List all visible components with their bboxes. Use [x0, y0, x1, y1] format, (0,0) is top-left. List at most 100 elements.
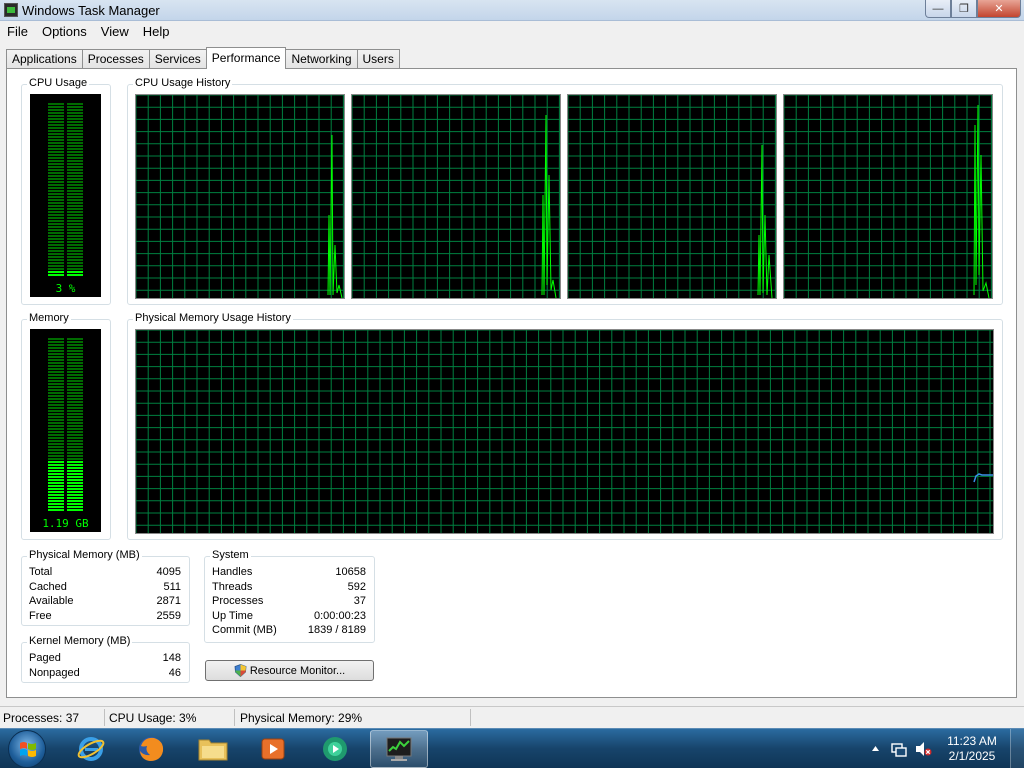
- meter-segment: [67, 145, 83, 147]
- meter-segment: [67, 247, 83, 249]
- meter-segment: [67, 205, 83, 207]
- meter-segment: [67, 401, 83, 403]
- tab-processes[interactable]: Processes: [81, 49, 150, 69]
- meter-segment: [67, 458, 83, 460]
- memory-meter-bars: 1.19 GB: [42, 338, 89, 530]
- minimize-button[interactable]: —: [925, 0, 951, 18]
- meter-segment: [67, 374, 83, 376]
- meter-segment: [48, 244, 64, 246]
- task-manager-icon: [4, 3, 18, 17]
- show-desktop-button[interactable]: [1010, 729, 1024, 768]
- meter-segment: [67, 148, 83, 150]
- stat-row-nonpaged: Nonpaged 46: [29, 667, 181, 679]
- meter-segment: [67, 398, 83, 400]
- meter-segment: [48, 374, 64, 376]
- menu-view[interactable]: View: [94, 21, 136, 42]
- meter-segment: [48, 193, 64, 195]
- meter-segment: [48, 497, 64, 499]
- meter-segment: [67, 271, 83, 273]
- meter-segment: [48, 401, 64, 403]
- meter-segment: [48, 440, 64, 442]
- meter-segment: [48, 154, 64, 156]
- clock[interactable]: 11:23 AM 2/1/2025: [942, 734, 1002, 764]
- meter-segment: [48, 446, 64, 448]
- meter-segment: [67, 160, 83, 162]
- network-icon[interactable]: [891, 741, 907, 757]
- meter-segment: [67, 461, 83, 463]
- meter-segment: [48, 241, 64, 243]
- firefox-icon: [139, 737, 164, 761]
- meter-segment: [67, 452, 83, 454]
- meter-segment: [67, 500, 83, 502]
- meter-segment: [48, 500, 64, 502]
- meter-segment: [67, 151, 83, 153]
- stat-name: Nonpaged: [29, 667, 80, 679]
- meter-segment: [67, 419, 83, 421]
- meter-segment: [67, 142, 83, 144]
- meter-segment: [48, 341, 64, 343]
- meter-segment: [48, 344, 64, 346]
- meter-segment: [48, 386, 64, 388]
- tab-services[interactable]: Services: [148, 49, 207, 69]
- meter-segment: [67, 488, 83, 490]
- meter-segment: [67, 226, 83, 228]
- tab-users[interactable]: Users: [356, 49, 400, 69]
- meter-segment: [48, 271, 64, 273]
- meter-segment: [48, 124, 64, 126]
- meter-segment: [67, 365, 83, 367]
- taskbar-internet-explorer[interactable]: [62, 730, 120, 768]
- maximize-button[interactable]: ❐: [951, 0, 977, 18]
- meter-segment: [48, 109, 64, 111]
- meter-segment: [48, 410, 64, 412]
- meter-segment: [48, 407, 64, 409]
- meter-segment: [67, 211, 83, 213]
- cpu-usage-value: 3 %: [56, 282, 76, 295]
- start-button[interactable]: [8, 730, 46, 768]
- stat-row-paged: Paged 148: [29, 652, 181, 664]
- status-bar: Processes: 37 CPU Usage: 3% Physical Mem…: [0, 706, 1024, 728]
- close-button[interactable]: ✕: [977, 0, 1021, 18]
- taskbar-task-manager[interactable]: [370, 730, 428, 768]
- resource-monitor-button[interactable]: Resource Monitor...: [205, 660, 374, 681]
- menu-file[interactable]: File: [0, 21, 35, 42]
- meter-segment: [48, 256, 64, 258]
- meter-segment: [67, 157, 83, 159]
- meter-segment: [67, 341, 83, 343]
- stat-name: Cached: [29, 581, 67, 593]
- meter-segment: [48, 395, 64, 397]
- taskbar-file-explorer[interactable]: [184, 730, 242, 768]
- meter-segment: [48, 443, 64, 445]
- meter-segment: [67, 259, 83, 261]
- meter-segment: [67, 115, 83, 117]
- meter-segment: [67, 127, 83, 129]
- meter-segment: [48, 166, 64, 168]
- meter-segment: [48, 371, 64, 373]
- show-hidden-icons-icon[interactable]: [871, 744, 880, 753]
- cpu-core-graph-4-plot: [783, 94, 992, 299]
- meter-segment: [67, 494, 83, 496]
- meter-segment: [67, 449, 83, 451]
- taskbar-media-center[interactable]: [306, 730, 364, 768]
- taskbar-firefox[interactable]: [122, 730, 180, 768]
- meter-segment: [48, 208, 64, 210]
- taskbar-media-player[interactable]: [244, 730, 302, 768]
- taskbar: 11:23 AM 2/1/2025: [0, 728, 1024, 768]
- stat-name: Threads: [212, 581, 253, 593]
- meter-segment: [67, 154, 83, 156]
- stat-name: Commit (MB): [212, 624, 277, 636]
- meter-segment: [67, 106, 83, 108]
- menu-options[interactable]: Options: [35, 21, 94, 42]
- meter-segment: [48, 202, 64, 204]
- meter-segment: [67, 509, 83, 511]
- meter-segment: [67, 464, 83, 466]
- meter-segment: [67, 274, 83, 276]
- memory-history-graph: [135, 329, 994, 534]
- system-label: System: [210, 549, 251, 561]
- menu-help[interactable]: Help: [136, 21, 177, 42]
- tab-networking[interactable]: Networking: [285, 49, 358, 69]
- tab-applications[interactable]: Applications: [6, 49, 83, 69]
- meter-segment: [67, 479, 83, 481]
- meter-segment: [48, 139, 64, 141]
- tab-performance[interactable]: Performance: [205, 47, 287, 69]
- volume-muted-icon[interactable]: [914, 741, 932, 757]
